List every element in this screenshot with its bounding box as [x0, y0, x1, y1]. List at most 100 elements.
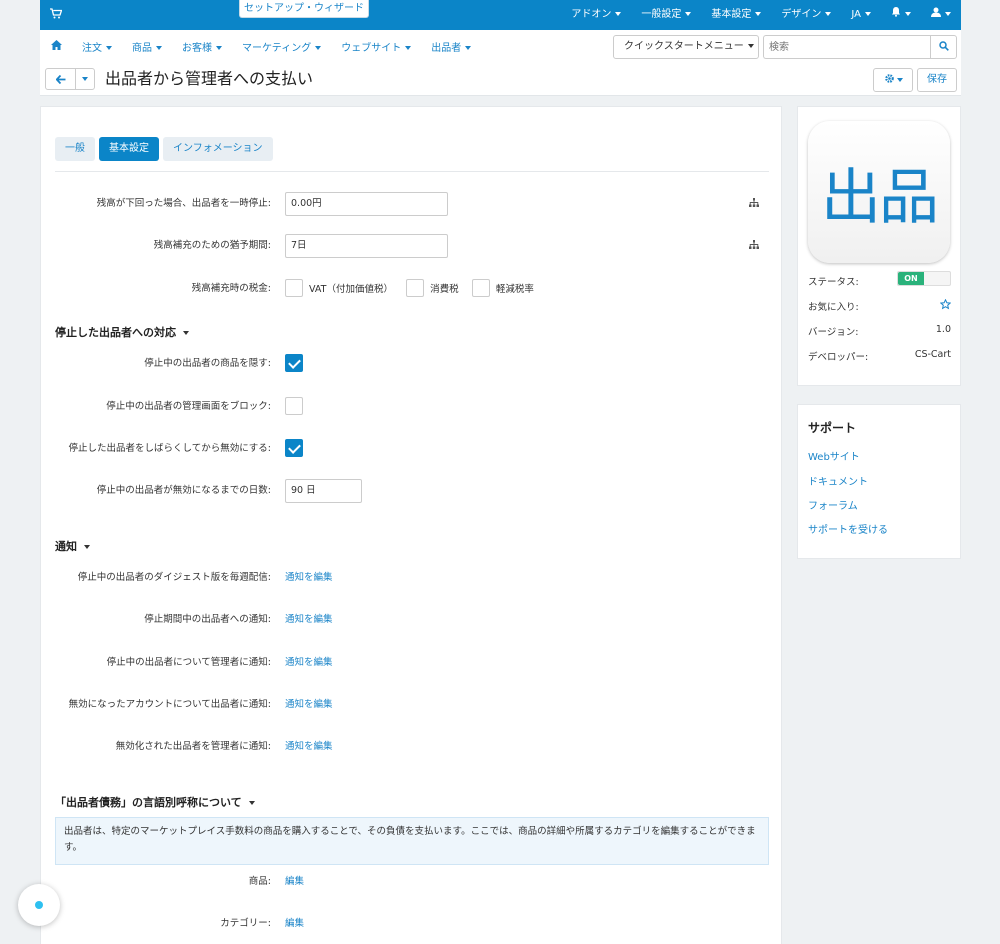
tab-divider — [55, 171, 769, 172]
disable-days-row: 停止中の出品者が無効になるまでの日数: 90 日 — [41, 479, 783, 503]
favorite-label: お気に入り: — [808, 302, 859, 313]
chevron-down-icon — [82, 77, 88, 81]
chevron-down-icon — [685, 12, 692, 16]
tax-vat-checkbox[interactable] — [285, 279, 303, 297]
nav-products[interactable]: 商品 — [122, 39, 172, 54]
addon-info-panel: 出品 ステータス: ON お気に入り: バージョン: 1.0 デベロッパー: C… — [797, 106, 961, 386]
top-menu: アドオン 一般設定 基本設定 デザイン JA — [561, 0, 961, 30]
top-menu-addons[interactable]: アドオン — [561, 0, 631, 30]
sitemap-icon[interactable] — [749, 240, 759, 252]
notification-label: 停止中の出品者のダイジェスト版を毎週配信: — [77, 572, 271, 583]
disable-vendors-checkbox[interactable] — [285, 439, 303, 457]
support-link-get-support[interactable]: サポートを受ける — [808, 521, 888, 536]
chevron-down-icon — [825, 12, 832, 16]
developer-label: デベロッパー: — [808, 352, 869, 363]
support-link-website[interactable]: Webサイト — [808, 448, 860, 463]
suspend-threshold-input[interactable]: 0.00円 — [285, 192, 448, 216]
chevron-down-icon — [615, 12, 622, 16]
tab-settings[interactable]: 基本設定 — [99, 137, 159, 161]
back-dropdown[interactable] — [76, 69, 94, 89]
version-value: 1.0 — [935, 324, 951, 335]
disable-days-input[interactable]: 90 日 — [285, 479, 362, 503]
notification-label: 無効化された出品者を管理者に通知: — [115, 741, 271, 752]
nav-website[interactable]: ウェブサイト — [331, 39, 421, 54]
tax-reduced-checkbox[interactable] — [471, 279, 490, 297]
main-nav: 注文 商品 お客様 マーケティング ウェブサイト 出品者 — [40, 30, 481, 62]
tax-option-vat[interactable]: VAT（付加価値税） — [285, 279, 393, 297]
sitemap-icon[interactable] — [749, 198, 759, 210]
edit-notification-link[interactable]: 通知を編集 — [285, 657, 333, 668]
notifications-menu[interactable] — [881, 0, 921, 30]
edit-notification-link[interactable]: 通知を編集 — [285, 699, 333, 710]
debt-section-heading[interactable]: 「出品者債務」の言語別呼称について — [55, 794, 255, 810]
edit-notification-link[interactable]: 通知を編集 — [285, 572, 333, 583]
top-menu-language[interactable]: JA — [841, 0, 881, 30]
top-menu-general[interactable]: 一般設定 — [631, 0, 701, 30]
support-link-forum[interactable]: フォーラム — [808, 497, 858, 512]
nav-customers[interactable]: お客様 — [172, 39, 232, 54]
chevron-down-icon — [405, 45, 412, 50]
support-link-docs[interactable]: ドキュメント — [808, 473, 868, 488]
suspended-section-heading[interactable]: 停止した出品者への対応 — [55, 324, 189, 340]
tab-information[interactable]: インフォメーション — [163, 137, 273, 161]
gear-icon — [884, 73, 895, 87]
notifications-section-heading[interactable]: 通知 — [55, 538, 90, 554]
setup-wizard-button[interactable]: セットアップ・ウィザード — [239, 0, 369, 18]
tax-option-reduced[interactable]: 軽減税率 — [471, 279, 534, 297]
tax-option-consumption[interactable]: 消費税 — [406, 279, 459, 297]
home-icon[interactable] — [40, 39, 72, 53]
nav-marketing[interactable]: マーケティング — [232, 39, 331, 54]
cart-icon[interactable] — [50, 8, 63, 22]
edit-category-link[interactable]: 編集 — [285, 918, 304, 929]
suspend-threshold-label: 残高が下回った場合、出品者を一時停止: — [96, 198, 271, 209]
save-button[interactable]: 保存 — [917, 68, 957, 92]
notification-row: 無効になったアカウントについて出品者に通知: 通知を編集 — [41, 693, 783, 717]
chevron-down-icon — [905, 12, 911, 16]
support-heading: サポート — [808, 421, 857, 435]
notification-row: 停止期間中の出品者への通知: 通知を編集 — [41, 608, 783, 632]
top-menu-design[interactable]: デザイン — [771, 0, 841, 30]
edit-product-link[interactable]: 編集 — [285, 876, 304, 887]
search-button[interactable] — [930, 35, 957, 59]
search-icon — [938, 40, 949, 54]
tab-general[interactable]: 一般 — [55, 137, 95, 161]
status-toggle[interactable]: ON — [897, 271, 951, 286]
badge-logo-icon — [35, 901, 43, 909]
addon-logo: 出品 — [808, 121, 950, 263]
chevron-down-icon — [156, 45, 162, 50]
top-menu-settings[interactable]: 基本設定 — [701, 0, 771, 30]
search-input[interactable] — [763, 35, 931, 59]
chevron-down-icon — [315, 45, 322, 50]
block-admin-checkbox[interactable] — [285, 397, 303, 415]
settings-dropdown-button[interactable] — [873, 68, 913, 92]
top-bar: セットアップ・ウィザード アドオン 一般設定 基本設定 デザイン JA — [40, 0, 961, 30]
chevron-down-icon — [106, 45, 112, 50]
chevron-down-icon — [896, 78, 903, 82]
debt-product-row: 商品: 編集 — [41, 870, 783, 894]
page-title: 出品者から管理者への支払い — [105, 69, 314, 88]
nav-orders[interactable]: 注文 — [72, 39, 122, 54]
debt-info-box: 出品者は、特定のマーケットプレイス手数料の商品を購入することで、その負債を支払い… — [55, 817, 769, 865]
status-row: ステータス: ON — [808, 271, 951, 291]
settings-panel: 一般 基本設定 インフォメーション 残高が下回った場合、出品者を一時停止: 0.… — [40, 106, 782, 944]
quickstart-menu-button[interactable]: クイックスタートメニュー — [613, 35, 759, 59]
nav-vendors[interactable]: 出品者 — [421, 39, 481, 54]
tabs: 一般 基本設定 インフォメーション — [55, 137, 273, 161]
disable-days-label: 停止中の出品者が無効になるまでの日数: — [96, 485, 271, 496]
block-admin-row: 停止中の出品者の管理画面をブロック: — [41, 395, 783, 419]
edit-notification-link[interactable]: 通知を編集 — [285, 741, 333, 752]
arrow-left-icon[interactable] — [46, 69, 76, 89]
grace-period-input[interactable]: 7日 — [285, 234, 448, 258]
disable-vendors-label: 停止した出品者をしばらくしてから無効にする: — [68, 443, 271, 454]
tax-consumption-checkbox[interactable] — [406, 279, 425, 297]
user-menu[interactable] — [921, 0, 961, 30]
grace-period-row: 残高補充のための猶予期間: 7日 — [41, 234, 783, 258]
back-button[interactable] — [45, 68, 95, 90]
edit-notification-link[interactable]: 通知を編集 — [285, 614, 333, 625]
chevron-down-icon — [755, 12, 762, 16]
demo-store-badge[interactable] — [18, 884, 60, 926]
star-icon[interactable] — [939, 298, 952, 313]
bell-icon — [891, 7, 901, 20]
hide-products-checkbox[interactable] — [285, 354, 303, 372]
chevron-down-icon — [945, 12, 951, 16]
